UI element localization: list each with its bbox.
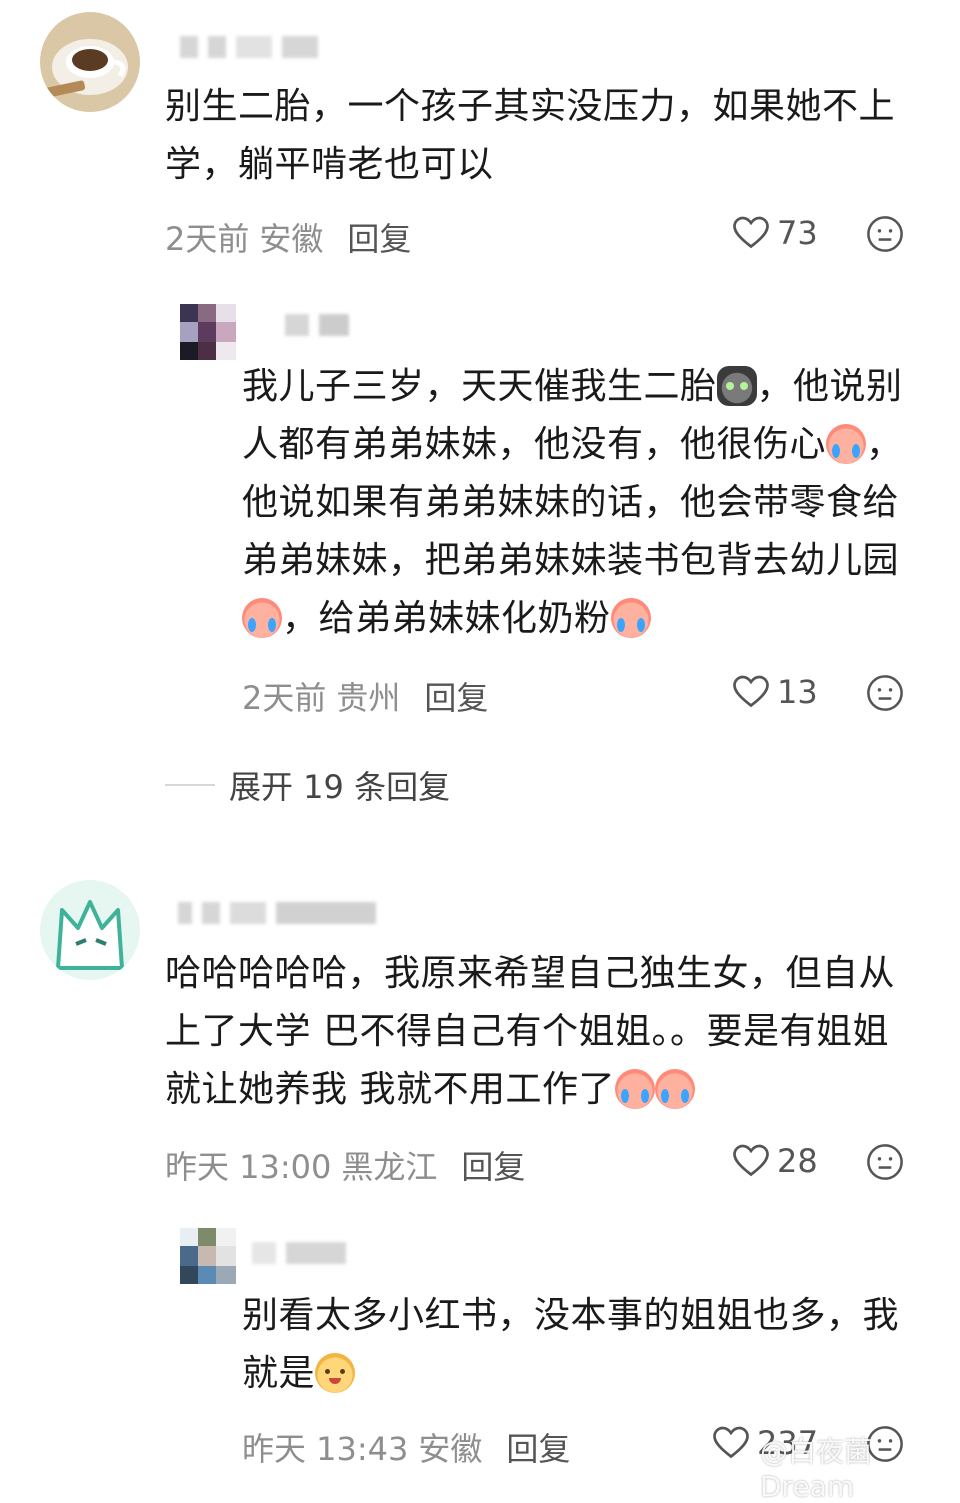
reply-button[interactable]: 回复 <box>461 1142 525 1188</box>
cartoon-cat-icon <box>40 880 140 980</box>
username-comment-2[interactable] <box>178 898 376 928</box>
expand-replies-button[interactable]: 展开 19 条回复 <box>165 762 450 808</box>
comment-2-text: 哈哈哈哈哈，我原来希望自己独生女，但自从上了大学 巴不得自己有个姐姐。。要是有姐… <box>165 953 896 1110</box>
divider <box>165 784 215 786</box>
reply-2-meta: 昨天 13:43 安徽 回复 <box>242 1424 570 1470</box>
avatar-reply-2[interactable] <box>180 1228 236 1284</box>
reply-button[interactable]: 回复 <box>506 1424 570 1470</box>
reply-1-meta: 2天前 贵州 回复 <box>242 673 488 719</box>
like-count: 73 <box>777 214 818 252</box>
comment-1-text: 别生二胎，一个孩子其实没压力，如果她不上学，躺平啃老也可以 <box>165 86 896 185</box>
like-button[interactable]: 73 <box>733 214 818 252</box>
pixel-avatar-icon <box>180 1228 236 1284</box>
crying-face-emoji-icon <box>654 1069 695 1109</box>
smiling-face-emoji-icon <box>315 1353 356 1393</box>
comment-location: 安徽 <box>259 220 324 258</box>
avatar-comment-2[interactable] <box>40 880 140 980</box>
like-button[interactable]: 13 <box>733 673 818 711</box>
reply-button[interactable]: 回复 <box>424 673 488 719</box>
reply-2-text: 别看太多小红书，没本事的姐姐也多，我就是 <box>242 1295 900 1394</box>
reply-time: 昨天 13:43 <box>242 1430 409 1468</box>
heart-outline-icon <box>733 216 769 249</box>
like-count: 28 <box>777 1142 818 1180</box>
reply-1-text: 我儿子三岁，天天催我生二胎 ，他说别人都有弟弟妹妹，他没有，他很伤心 ，他说如果有弟… <box>242 366 903 639</box>
coffee-cup-icon <box>40 12 140 112</box>
reply-location: 贵州 <box>336 679 401 717</box>
comment-time: 昨天 13:00 <box>165 1148 332 1186</box>
like-count: 13 <box>777 673 818 711</box>
avatar-reply-1[interactable] <box>180 304 236 360</box>
comment-location: 黑龙江 <box>341 1148 438 1186</box>
neutral-face-icon[interactable] <box>866 1143 904 1181</box>
crying-face-emoji-icon <box>610 598 651 638</box>
username-reply-1[interactable] <box>285 310 349 340</box>
watermark: @白夜菌Dream <box>760 1435 873 1503</box>
reply-time: 2天前 <box>242 679 327 717</box>
crying-face-emoji-icon <box>826 424 867 464</box>
pixel-avatar-icon <box>180 304 236 360</box>
comment-1-meta: 2天前 安徽 回复 <box>165 214 411 260</box>
cat-emoji-icon <box>716 366 757 406</box>
reply-button[interactable]: 回复 <box>347 214 411 260</box>
heart-outline-icon <box>733 1144 769 1177</box>
username-comment-1[interactable] <box>180 32 318 62</box>
reply-location: 安徽 <box>418 1430 483 1468</box>
neutral-face-icon[interactable] <box>866 674 904 712</box>
comment-time: 2天前 <box>165 220 250 258</box>
crying-face-emoji-icon <box>614 1069 655 1109</box>
avatar-comment-1[interactable] <box>40 12 140 112</box>
heart-outline-icon <box>713 1426 749 1459</box>
like-button[interactable]: 28 <box>733 1142 818 1180</box>
crying-face-emoji-icon <box>242 598 282 638</box>
neutral-face-icon[interactable] <box>866 215 904 253</box>
comment-2-meta: 昨天 13:00 黑龙江 回复 <box>165 1142 525 1188</box>
heart-outline-icon <box>733 675 769 708</box>
username-reply-2[interactable] <box>252 1238 346 1268</box>
